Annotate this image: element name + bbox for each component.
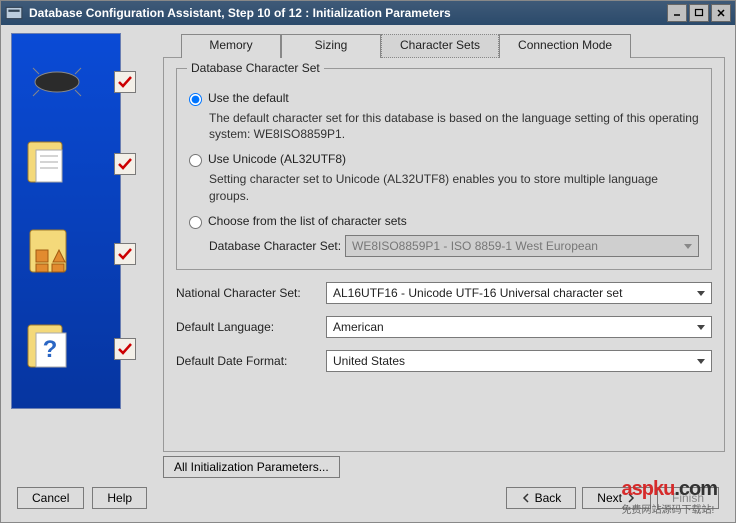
radio-use-default-label: Use the default [208,91,289,105]
database-charset-group: Database Character Set Use the default T… [176,68,712,270]
step-help-icon: ? [22,319,92,379]
radio-use-default[interactable] [189,93,202,106]
back-button[interactable]: Back [506,487,577,509]
default-language-combo[interactable]: American [326,316,712,338]
group-title: Database Character Set [187,61,324,75]
radio-choose-list-label: Choose from the list of character sets [208,214,407,228]
chevron-left-icon [521,493,531,503]
help-button[interactable]: Help [92,487,147,509]
maximize-button[interactable] [689,4,709,22]
national-charset-label: National Character Set: [176,286,326,300]
national-charset-combo[interactable]: AL16UTF16 - Unicode UTF-16 Universal cha… [326,282,712,304]
tab-bar: Memory Sizing Character Sets Connection … [163,33,725,57]
radio-use-unicode[interactable] [189,154,202,167]
use-default-desc: The default character set for this datab… [209,110,699,142]
tab-character-sets[interactable]: Character Sets [381,34,499,58]
default-language-label: Default Language: [176,320,326,334]
cancel-button[interactable]: Cancel [17,487,84,509]
tab-content: Database Character Set Use the default T… [163,57,725,452]
finish-button[interactable]: Finish [657,487,719,509]
use-unicode-desc: Setting character set to Unicode (AL32UT… [209,171,699,203]
step-documents-check-icon [114,153,136,175]
next-button[interactable]: Next [582,487,651,509]
radio-use-unicode-label: Use Unicode (AL32UTF8) [208,152,346,166]
progress-panel: ? [11,33,121,409]
sidebar: ? [11,33,151,478]
default-date-format-combo[interactable]: United States [326,350,712,372]
chevron-right-icon [626,493,636,503]
close-button[interactable] [711,4,731,22]
default-language-value: American [333,320,384,334]
db-charset-combo: WE8ISO8859P1 - ISO 8859-1 West European [345,235,699,257]
tab-memory[interactable]: Memory [181,34,281,58]
step-memory-icon [22,52,92,112]
national-charset-value: AL16UTF16 - Unicode UTF-16 Universal cha… [333,286,622,300]
db-charset-label: Database Character Set: [209,239,345,253]
default-date-format-label: Default Date Format: [176,354,326,368]
all-init-params-button[interactable]: All Initialization Parameters... [163,456,340,478]
app-icon [5,4,23,22]
step-help-check-icon [114,338,136,360]
step-documents-icon [22,134,92,194]
step-charset-check-icon [114,243,136,265]
titlebar: Database Configuration Assistant, Step 1… [1,1,735,25]
tab-connection-mode[interactable]: Connection Mode [499,34,631,58]
step-charset-icon [22,224,92,284]
radio-choose-list[interactable] [189,216,202,229]
svg-text:?: ? [43,336,58,363]
tab-sizing[interactable]: Sizing [281,34,381,58]
default-date-format-value: United States [333,354,405,368]
footer: Cancel Help Back Next Finish aspku.com 免… [1,480,735,522]
step-memory-check-icon [114,71,136,93]
db-charset-value: WE8ISO8859P1 - ISO 8859-1 West European [352,239,598,253]
minimize-button[interactable] [667,4,687,22]
window-title: Database Configuration Assistant, Step 1… [29,6,451,20]
